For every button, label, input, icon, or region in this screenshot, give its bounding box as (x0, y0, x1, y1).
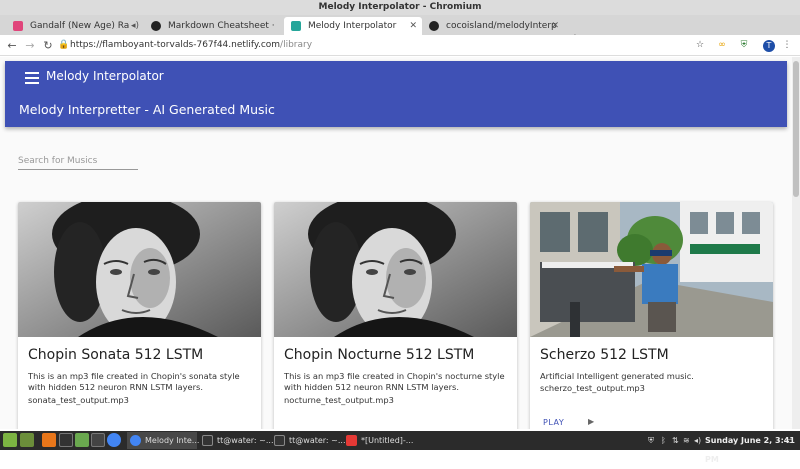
tab-label: Melody Interpolator (308, 21, 397, 31)
card-file-name: nocturne_test_output.mp3 (284, 395, 394, 405)
window-title: Melody Interpolator - Chromium (318, 2, 482, 12)
music-card: Chopin Nocturne 512 LSTM This is an mp3 … (274, 202, 517, 429)
terminal-icon[interactable] (91, 433, 105, 447)
play-icon[interactable]: ▶ (588, 417, 594, 426)
app-title: Melody Interpolator (46, 69, 164, 83)
github-icon (429, 21, 439, 31)
link-extension-icon[interactable]: ∞ (716, 39, 728, 51)
tab-label: Gandalf (New Age) Ra (30, 21, 130, 31)
tab-label: cocoisland/melodyInterp (446, 21, 557, 31)
mint-menu-icon[interactable] (3, 433, 17, 447)
chromium-icon[interactable] (107, 433, 121, 447)
browser-tab[interactable]: cocoisland/melodyInterp ✕ (422, 17, 564, 35)
browser-tab-strip: Gandalf (New Age) Ra ◂) Markdown Cheatsh… (0, 15, 800, 47)
taskbar-item-terminal[interactable]: tt@water: ~... (271, 432, 346, 449)
search-input[interactable] (18, 152, 138, 170)
reload-icon[interactable]: ↻ (40, 35, 56, 56)
star-icon[interactable]: ☆ (694, 39, 706, 51)
wifi-icon[interactable]: ≋ (683, 434, 690, 447)
shield-icon[interactable]: ⛨ (648, 434, 654, 447)
speaker-icon: ◂) (130, 21, 139, 31)
taskbar-item-terminal[interactable]: tt@water: ~... (199, 432, 274, 449)
task-label: tt@water: ~... (217, 436, 274, 445)
music-card: Chopin Sonata 512 LSTM This is an mp3 fi… (18, 202, 261, 429)
address-bar[interactable]: https://flamboyant-torvalds-767f44.netli… (70, 38, 312, 53)
page-viewport: Melody Interpolator Melody Interpretter … (0, 57, 792, 429)
card-title: Scherzo 512 LSTM (540, 347, 669, 363)
taskbar-item-editor[interactable]: *[Untitled]-... (343, 432, 423, 449)
card-file-name: scherzo_test_output.mp3 (540, 383, 645, 393)
back-arrow-icon[interactable]: ← (4, 35, 20, 56)
terminal-icon[interactable] (59, 433, 73, 447)
app-bar: Melody Interpolator Melody Interpretter … (5, 61, 787, 127)
github-icon (151, 21, 161, 31)
scrollbar[interactable] (792, 57, 800, 429)
netlify-icon (291, 21, 301, 31)
forward-arrow-icon[interactable]: → (22, 35, 38, 56)
terminal-icon (274, 435, 285, 446)
task-label: Melody Inte... (145, 436, 200, 445)
bluetooth-icon[interactable]: ᛒ (661, 434, 666, 447)
card-description: This is an mp3 file created in Chopin's … (284, 371, 505, 392)
music-card: Scherzo 512 LSTM Artificial Intelligent … (530, 202, 773, 429)
editor-icon (346, 435, 357, 446)
podcast-icon (13, 21, 23, 31)
browser-toolbar: ← → ↻ 🔒 https://flamboyant-torvalds-767f… (0, 35, 800, 56)
show-desktop-icon[interactable] (20, 433, 34, 447)
terminal-icon (202, 435, 213, 446)
card-title: Chopin Sonata 512 LSTM (28, 347, 204, 363)
page-subtitle: Melody Interpretter - AI Generated Music (19, 102, 275, 117)
menu-dots-icon[interactable]: ⋮ (781, 39, 793, 51)
street-piano-image (530, 202, 773, 337)
card-description: Artificial Intelligent generated music. (540, 371, 694, 381)
window-title-bar: Melody Interpolator - Chromium (0, 0, 800, 15)
firefox-icon[interactable] (42, 433, 56, 447)
lock-icon: 🔒 (58, 40, 70, 50)
card-file-name: sonata_test_output.mp3 (28, 395, 129, 405)
task-label: *[Untitled]-... (361, 436, 414, 445)
browser-tab-active[interactable]: Melody Interpolator ✕ (284, 17, 422, 35)
close-tab-icon[interactable]: ✕ (409, 17, 417, 35)
url-path: /library (280, 40, 313, 50)
profile-avatar[interactable]: T (763, 40, 775, 52)
network-icon[interactable]: ⇅ (672, 434, 679, 447)
taskbar: Melody Inte... tt@water: ~... tt@water: … (0, 431, 800, 464)
tab-label: Markdown Cheatsheet · (168, 21, 275, 31)
play-button[interactable]: PLAY (543, 418, 564, 427)
chopin-portrait-image (18, 202, 261, 337)
notification-icon[interactable]: ▭ (786, 434, 794, 447)
card-title: Chopin Nocturne 512 LSTM (284, 347, 475, 363)
volume-icon[interactable]: ◂) (694, 434, 701, 447)
card-description: This is an mp3 file created in Chopin's … (28, 371, 240, 392)
browser-tab[interactable]: Markdown Cheatsheet · (144, 17, 284, 35)
scrollbar-thumb[interactable] (793, 61, 799, 197)
taskbar-item-chromium[interactable]: Melody Inte... (127, 432, 200, 449)
files-icon[interactable] (75, 433, 89, 447)
close-tab-icon[interactable]: ✕ (551, 17, 559, 35)
task-label: tt@water: ~... (289, 436, 346, 445)
hamburger-menu-icon[interactable] (25, 72, 39, 84)
chopin-portrait-image (274, 202, 517, 337)
shield-extension-icon[interactable]: ⛨ (738, 39, 750, 51)
url-host: https://flamboyant-torvalds-767f44.netli… (70, 40, 281, 50)
browser-tab[interactable]: Gandalf (New Age) Ra ◂) (6, 17, 144, 35)
chromium-icon (130, 435, 141, 446)
